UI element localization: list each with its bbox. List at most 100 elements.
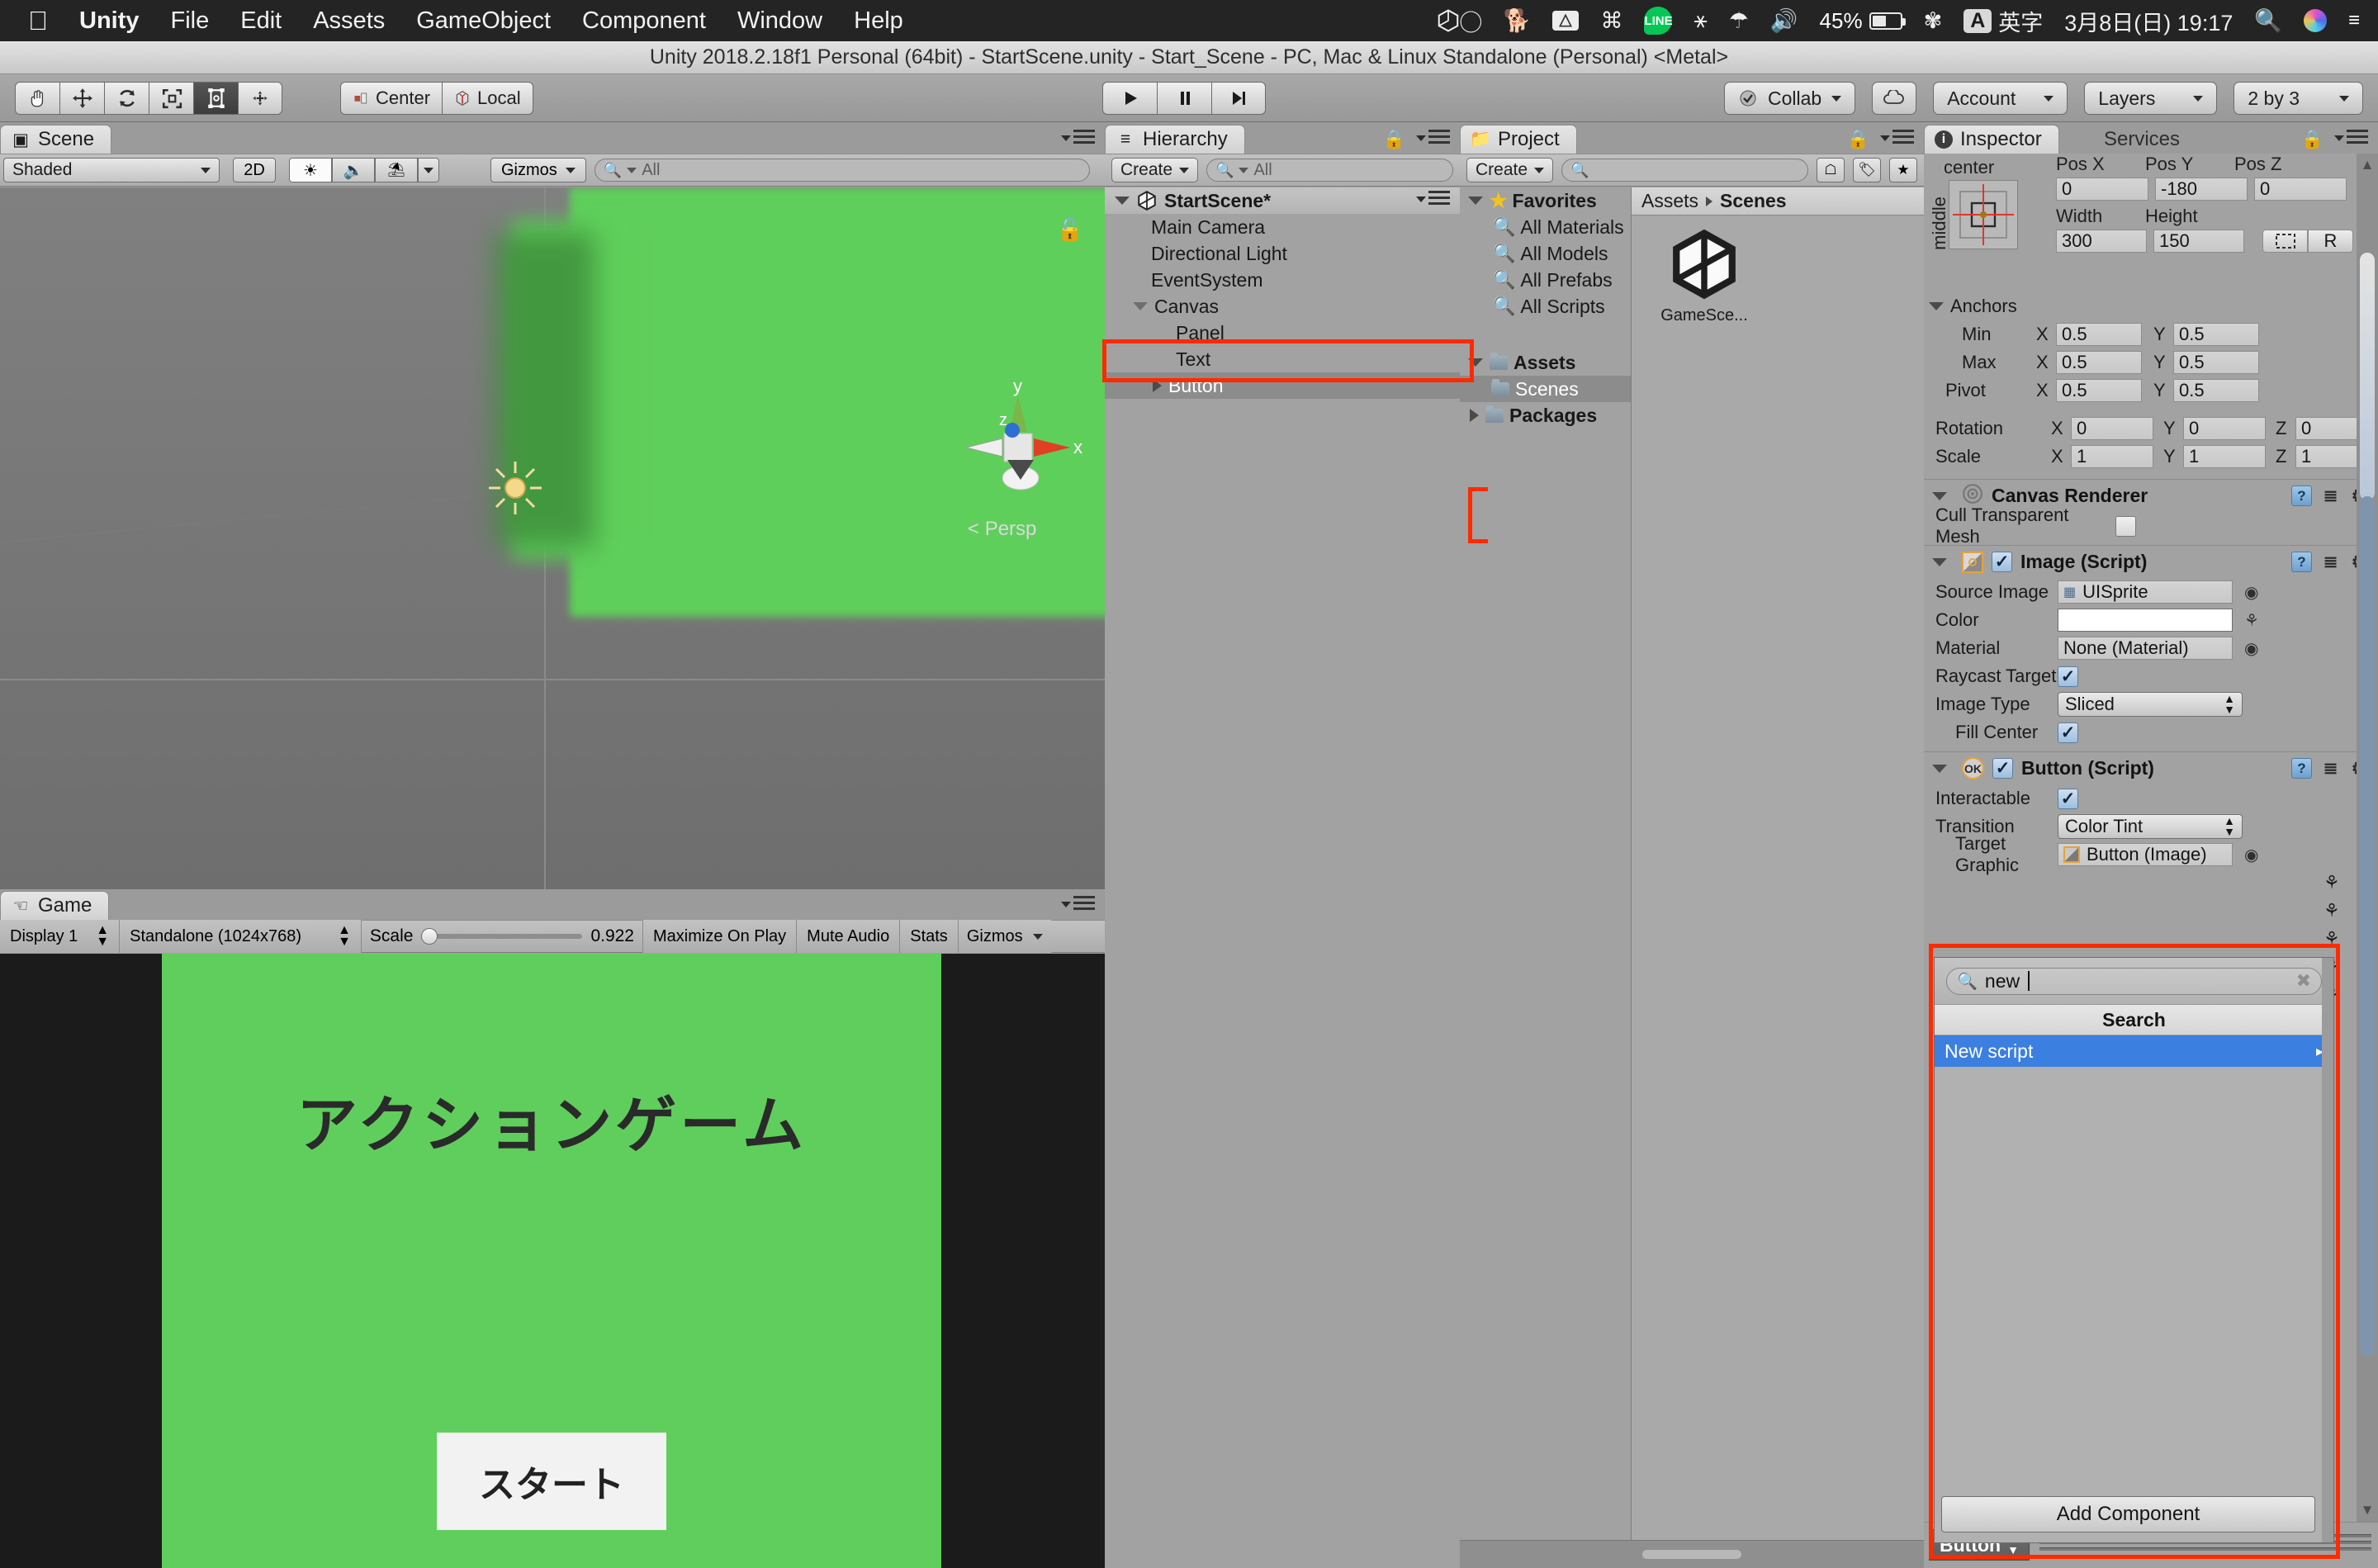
chevron-down-icon[interactable] (1468, 358, 1483, 367)
pivot-y-input[interactable]: 0.5 (2173, 379, 2259, 402)
mute-audio-toggle[interactable]: Mute Audio (796, 920, 900, 953)
project-tree-packages[interactable]: Packages (1460, 402, 1631, 429)
chevron-down-icon[interactable] (1468, 197, 1483, 205)
move-tool-button[interactable] (59, 81, 104, 115)
scrollbar-thumb-lower[interactable] (2360, 496, 2375, 1357)
light-gizmo[interactable] (487, 460, 543, 516)
color-swatch[interactable] (2058, 609, 2233, 632)
filter-by-label-button[interactable]: 🏷 (1853, 158, 1881, 182)
target-graphic-picker-icon[interactable]: ◉ (2244, 845, 2258, 865)
project-zoom-slider[interactable] (1460, 1540, 1924, 1568)
lighting-toggle[interactable]: ☀ (289, 158, 332, 182)
menu-component[interactable]: Component (582, 7, 706, 35)
scroll-up-arrow[interactable]: ▲ (2357, 154, 2378, 177)
wifi-icon[interactable]: ☂ (1729, 8, 1749, 34)
hierarchy-item-directional-light[interactable]: Directional Light (1105, 240, 1460, 267)
effects-dropdown[interactable] (418, 158, 439, 182)
height-input[interactable]: 150 (2153, 230, 2244, 253)
project-asset-grid[interactable]: Assets Scenes GameSce... (1632, 187, 1924, 1540)
tab-scene[interactable]: ▣ Scene (0, 125, 112, 154)
rect-tool-button[interactable] (193, 81, 238, 115)
tab-hierarchy[interactable]: ≡ Hierarchy (1105, 125, 1245, 154)
game-gizmos-dropdown[interactable]: Gizmos (957, 920, 1051, 953)
hierarchy-lock-icon[interactable]: 🔒 (1383, 129, 1405, 150)
cull-checkbox[interactable]: ✓ (2115, 515, 2136, 537)
rotate-tool-button[interactable] (104, 81, 149, 115)
hierarchy-panel-menu-button[interactable] (1416, 130, 1450, 147)
hierarchy-item-eventsystem[interactable]: EventSystem (1105, 267, 1460, 293)
popup-result-new-script[interactable]: New script ▸ (1935, 1035, 2333, 1067)
chevron-down-icon[interactable] (1932, 491, 1947, 500)
image-enabled-checkbox[interactable]: ✓ (1992, 552, 2012, 572)
anchor-preset-widget[interactable] (1949, 180, 2018, 249)
scale-slider[interactable] (421, 928, 583, 945)
project-create-button[interactable]: Create (1466, 158, 1554, 182)
scene-viewport[interactable]: y x z 🔓 < Persp (0, 187, 1105, 889)
chevron-right-icon[interactable] (1470, 409, 1479, 422)
favorite-filter-button[interactable]: ★ (1889, 158, 1917, 182)
search-icon[interactable]: 🔍 (2254, 7, 2282, 34)
tab-services[interactable]: Services (2089, 125, 2195, 154)
pivot-mode-button[interactable]: Center (340, 81, 443, 115)
component-search-input[interactable]: 🔍 new ✖ (1946, 967, 2322, 995)
source-image-field[interactable]: ▦ UISprite (2058, 580, 2233, 604)
raycast-target-checkbox[interactable]: ✓ (2058, 666, 2078, 687)
image-type-select[interactable]: Sliced ▲ ▼ (2058, 692, 2243, 717)
eyedropper-icon[interactable]: ⚘ (2324, 900, 2340, 921)
preset-icon[interactable]: ≣ (2320, 552, 2341, 572)
accessibility-icon[interactable]: ⚹ (1693, 7, 1707, 34)
eyedropper-icon[interactable]: ⚘ (2324, 872, 2340, 893)
battery-indicator[interactable]: 45% (1820, 8, 1906, 34)
menu-help[interactable]: Help (854, 7, 903, 35)
hierarchy-item-button[interactable]: Button (1105, 372, 1460, 399)
rotation-y-input[interactable]: 0 (2183, 417, 2266, 440)
project-lock-icon[interactable]: 🔒 (1847, 129, 1869, 150)
game-start-button[interactable]: スタート (437, 1433, 666, 1530)
inspector-scrollbar[interactable]: ▲ ▼ (2357, 154, 2378, 1522)
line-icon[interactable]: LINE (1644, 7, 1673, 35)
pos-x-input[interactable]: 0 (2056, 178, 2148, 201)
menu-window[interactable]: Window (737, 7, 822, 35)
breadcrumb-assets[interactable]: Assets (1641, 190, 1698, 212)
menu-unity[interactable]: Unity (79, 7, 140, 35)
material-field[interactable]: None (Material) (2058, 637, 2233, 660)
help-icon[interactable]: ? (2291, 758, 2312, 779)
hierarchy-item-canvas[interactable]: Canvas (1105, 293, 1460, 320)
asset-item-gamescene[interactable]: GameSce... (1655, 227, 1754, 325)
resolution-dropdown[interactable]: Standalone (1024x768) ▲ ▼ (120, 920, 362, 953)
chevron-down-icon[interactable] (1932, 764, 1947, 773)
stats-toggle[interactable]: Stats (899, 920, 958, 953)
project-tree-scenes[interactable]: Scenes (1460, 376, 1631, 402)
scale-x-input[interactable]: 1 (2071, 445, 2153, 468)
clock[interactable]: 3月8日(日) 19:17 (2064, 5, 2233, 37)
maximize-on-play-toggle[interactable]: Maximize On Play (642, 920, 797, 953)
display-dropdown[interactable]: Display 1 ▲ ▼ (0, 920, 121, 953)
scale-y-input[interactable]: 1 (2183, 445, 2266, 468)
audio-toggle[interactable]: 🔈 (332, 158, 375, 182)
help-icon[interactable]: ? (2291, 486, 2312, 506)
eyedropper-icon[interactable]: ⚘ (2324, 928, 2340, 950)
popup-result-list[interactable] (1935, 1067, 2322, 1485)
anchor-min-x-input[interactable]: 0.5 (2056, 323, 2142, 346)
hierarchy-create-button[interactable]: Create (1111, 158, 1199, 182)
breadcrumb-scenes[interactable]: Scenes (1720, 190, 1787, 212)
anchor-max-x-input[interactable]: 0.5 (2056, 351, 2142, 374)
project-tree-all-scripts[interactable]: 🔍 All Scripts (1460, 293, 1631, 320)
transform-tool-button[interactable] (238, 81, 282, 115)
blueprint-mode-button[interactable] (2262, 230, 2308, 253)
project-tree-all-materials[interactable]: 🔍 All Materials (1460, 214, 1631, 240)
transition-select[interactable]: Color Tint ▲ ▼ (2058, 814, 2243, 839)
gizmos-dropdown[interactable]: Gizmos (490, 158, 586, 182)
unity-status-icon[interactable] (1436, 8, 1461, 33)
scene-row-menu-button[interactable] (1416, 191, 1450, 208)
chevron-right-icon[interactable] (1153, 379, 1162, 392)
image-script-header[interactable]: ✓ Image (Script) ? ≣ ⚙ (1924, 545, 2378, 578)
preset-icon[interactable]: ≣ (2320, 486, 2341, 506)
button-script-header[interactable]: OK ✓ Button (Script) ? ≣ ⚙ (1924, 751, 2378, 784)
scene-lock-icon[interactable]: 🔓 (1057, 217, 1083, 243)
pause-button[interactable] (1157, 82, 1211, 115)
apple-menu-icon[interactable]:  (28, 7, 48, 34)
help-icon[interactable]: ? (2291, 552, 2312, 572)
volume-icon[interactable]: 🔊 (1770, 7, 1798, 34)
layout-button[interactable]: 2 by 3 (2234, 82, 2363, 115)
